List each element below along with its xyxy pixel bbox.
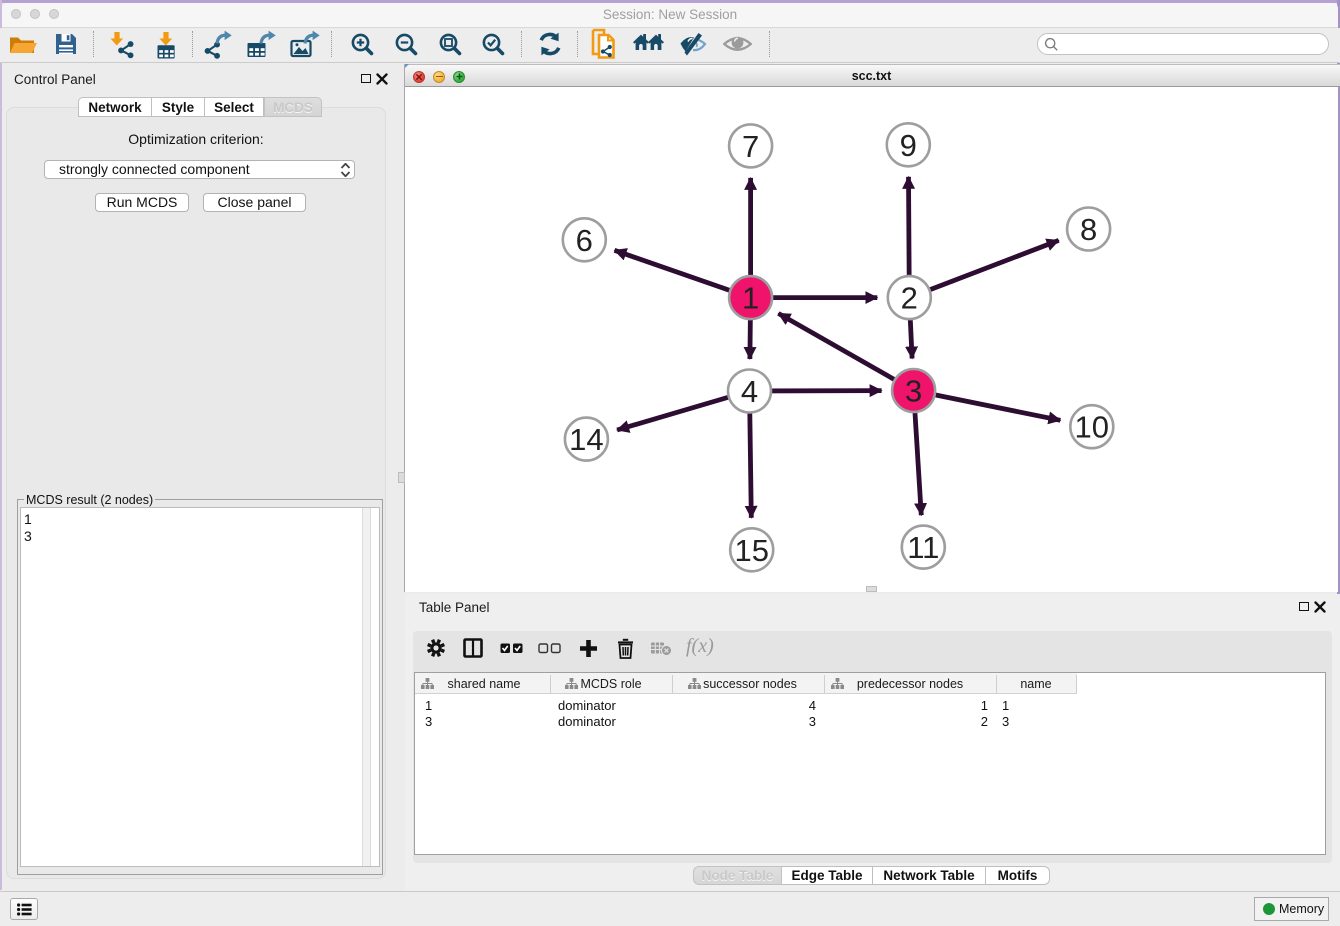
svg-text:10: 10	[1075, 410, 1109, 445]
svg-text:8: 8	[1080, 212, 1097, 247]
svg-text:6: 6	[576, 223, 593, 258]
svg-text:7: 7	[742, 129, 759, 164]
svg-text:9: 9	[900, 128, 917, 163]
svg-text:4: 4	[741, 374, 758, 409]
svg-text:3: 3	[905, 374, 922, 409]
svg-text:1: 1	[742, 281, 759, 316]
svg-text:11: 11	[907, 530, 939, 565]
svg-text:15: 15	[734, 533, 768, 568]
svg-text:2: 2	[901, 281, 918, 316]
svg-text:14: 14	[569, 422, 603, 457]
